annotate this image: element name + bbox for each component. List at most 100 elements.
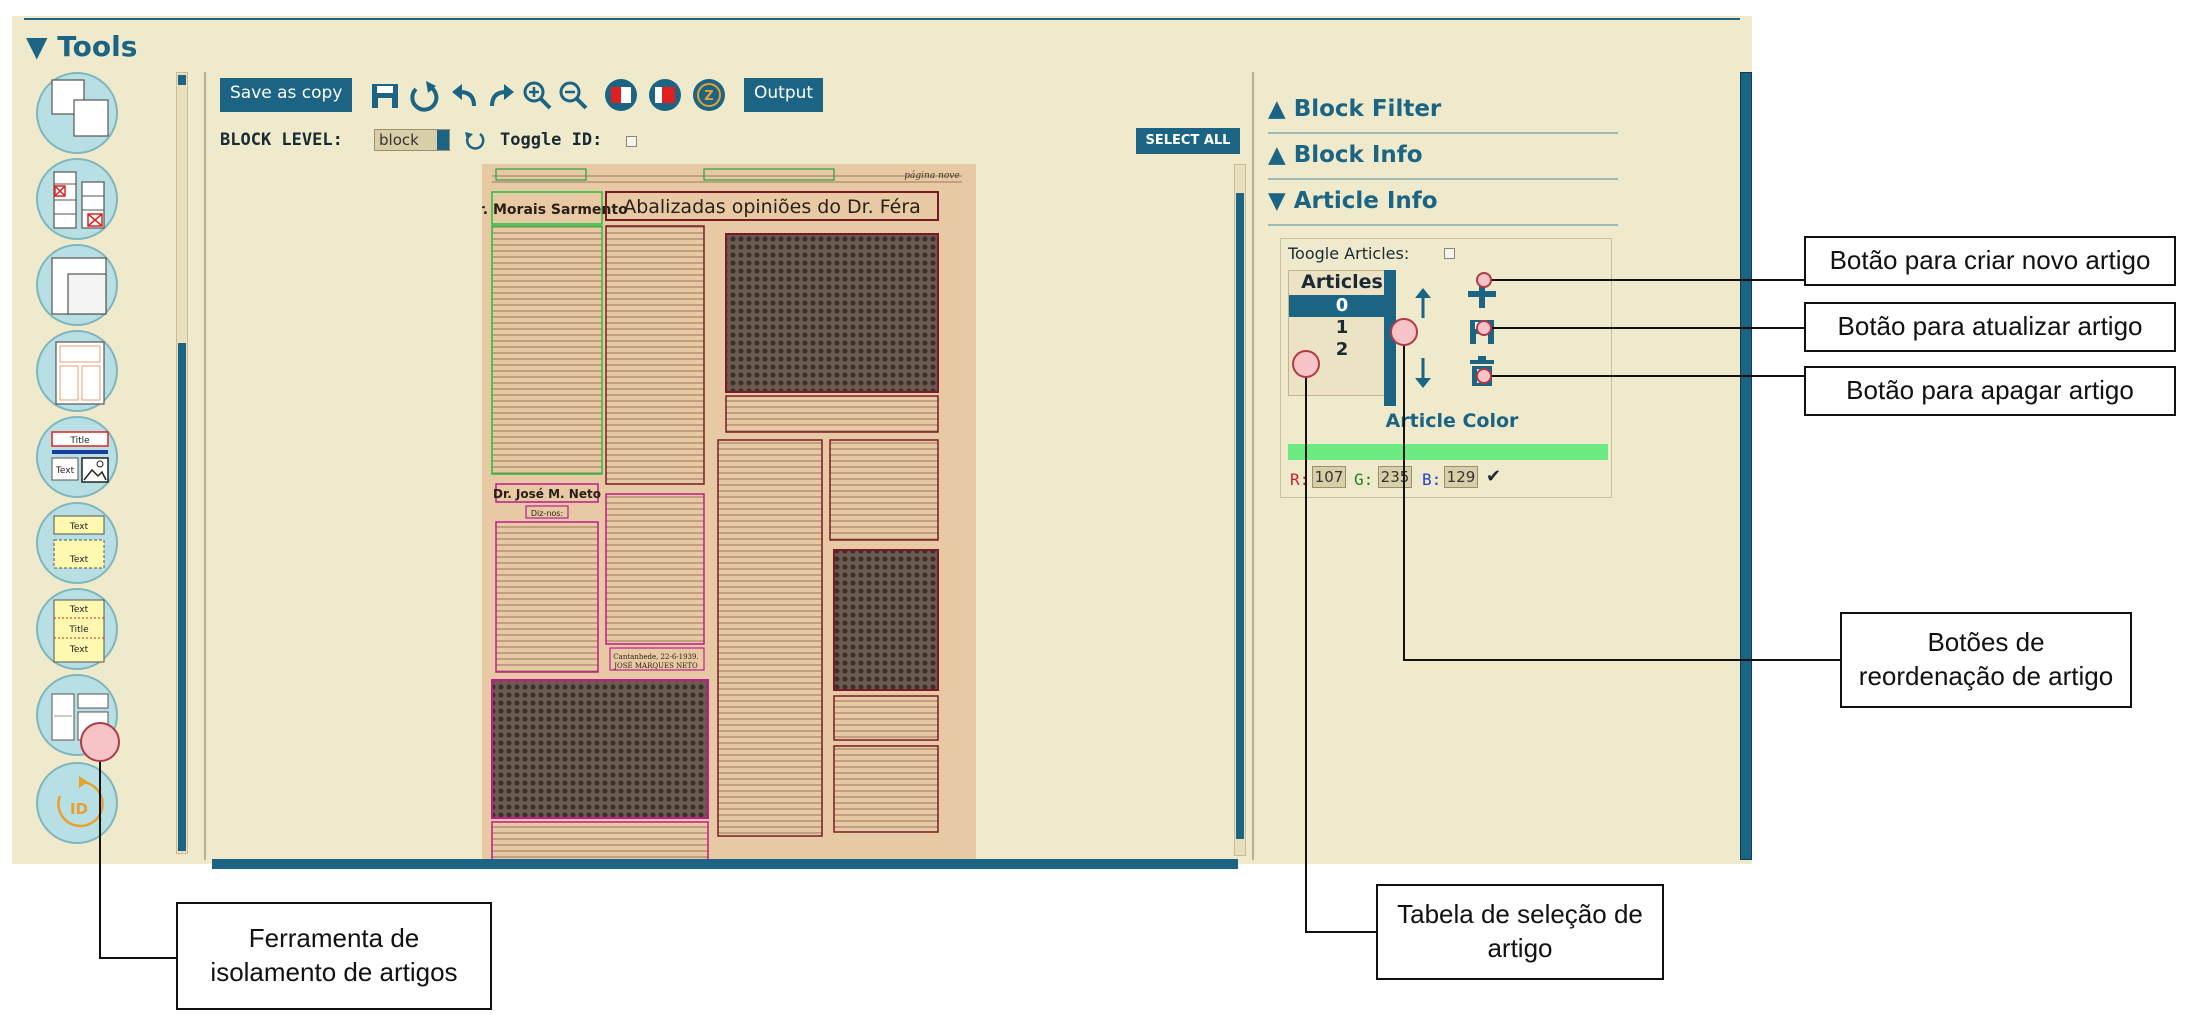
tool-id[interactable]: ID (36, 762, 118, 844)
block-level-select[interactable]: block (374, 129, 450, 151)
chevron-down-icon (437, 130, 449, 150)
tool-text-label-d: Text (69, 645, 89, 655)
marker-reorder (1390, 318, 1418, 346)
article-info-header[interactable]: ▼ Article Info (1268, 188, 1438, 214)
toggle-articles-checkbox[interactable] (1444, 248, 1455, 259)
page-label: página nove (904, 170, 959, 181)
g-input[interactable]: 235 (1378, 466, 1412, 488)
output-button[interactable]: Output (744, 78, 824, 112)
merge-blocks-icon (51, 257, 107, 315)
select-all-button[interactable]: SELECT ALL (1136, 128, 1240, 154)
callout-reorder-line1: Botões de (1927, 627, 2045, 658)
top-divider (24, 18, 1740, 20)
articles-header: Articles (1301, 271, 1383, 293)
svg-text:ID: ID (70, 800, 88, 818)
tool-text-label-c: Text (69, 605, 89, 615)
rule-3 (1268, 224, 1618, 226)
toggle-id-checkbox[interactable] (626, 136, 637, 147)
article-row-1[interactable]: 1 (1289, 317, 1395, 339)
marker-update-article (1476, 320, 1492, 336)
marker-new-article (1476, 272, 1492, 288)
arrow-down-icon[interactable] (1415, 358, 1431, 388)
app-window: ▼ Tools Title Text Text Text Text Title … (12, 16, 1752, 869)
toggle-id-label: Toggle ID: (500, 130, 603, 150)
arrow-up-icon[interactable] (1415, 288, 1431, 318)
callout-reorder: Botões de reordenação de artigo (1840, 612, 2132, 708)
marker-article-table (1292, 350, 1320, 378)
zoom-out-icon[interactable] (556, 78, 590, 112)
tools-scrollbar[interactable] (176, 72, 188, 854)
save-as-copy-button[interactable]: Save as copy (220, 78, 353, 112)
left-divider (204, 72, 206, 860)
document-headline: Abalizadas opiniões do Dr. Féra (623, 196, 921, 218)
tool-text-label-a: Text (69, 522, 89, 532)
callout-new-article: Botão para criar novo artigo (1804, 236, 2176, 286)
callout-update-article: Botão para atualizar artigo (1804, 302, 2176, 352)
r-label: R: (1290, 470, 1310, 489)
delete-blocks-icon (53, 171, 105, 229)
block-filter-header[interactable]: ▲ Block Filter (1268, 96, 1441, 122)
callout-isolation-tool: Ferramenta de isolamento de artigos (176, 902, 492, 1010)
document-scroll-thumb[interactable] (1236, 193, 1244, 839)
article-color-swatch (1288, 444, 1608, 460)
b-input[interactable]: 129 (1444, 466, 1478, 488)
toggle-articles-label: Toogle Articles: (1288, 244, 1410, 263)
g-label: G: (1354, 470, 1374, 489)
scroll-thumb[interactable] (178, 343, 186, 847)
toggle-left-block-icon[interactable] (604, 78, 638, 112)
tool-1[interactable] (36, 72, 118, 154)
auto-order-icon[interactable]: Z (692, 78, 726, 112)
tool-text-label-b: Text (69, 555, 89, 565)
text-blocks-icon: Text Text (53, 515, 105, 569)
block-info-header[interactable]: ▲ Block Info (1268, 142, 1423, 168)
tool-5[interactable]: Title Text (36, 416, 118, 498)
callout-isolation-line1: Ferramenta de (248, 923, 420, 954)
panel-scrollbar[interactable] (1740, 72, 1752, 860)
title-text-image-icon: Title Text (51, 431, 109, 483)
tool-3[interactable] (36, 244, 118, 326)
marker-isolation-tool (80, 722, 120, 762)
tools-title[interactable]: ▼ Tools (26, 30, 137, 63)
tool-7[interactable]: Text Title Text (36, 588, 118, 670)
document-horizontal-scrollbar[interactable] (212, 859, 1238, 869)
reset-icon[interactable] (462, 128, 486, 152)
tool-title-label: Title (69, 436, 90, 446)
article-color-label: Article Color (1385, 410, 1519, 432)
block-level-label: BLOCK LEVEL: (220, 130, 343, 150)
block-level-value: block (379, 131, 419, 149)
scroll-down-arrow[interactable] (178, 841, 186, 851)
right-divider (1252, 72, 1254, 860)
tool-4[interactable] (36, 330, 118, 412)
callout-article-table: Tabela de seleção de artigo (1376, 884, 1664, 980)
r-input[interactable]: 107 (1312, 466, 1346, 488)
document-canvas[interactable]: página nove Dr. Morais Sarmento Dr. José… (482, 164, 976, 864)
marker-delete-article (1476, 368, 1492, 384)
redo-icon[interactable] (484, 78, 518, 112)
scroll-up-arrow[interactable] (178, 75, 186, 85)
callout-isolation-line2: isolamento de artigos (210, 957, 458, 987)
document-date: Cantanhede, 22-6-1939. (613, 653, 698, 661)
rule-1 (1268, 132, 1618, 134)
tool-2[interactable] (36, 158, 118, 240)
split-blocks-icon (55, 341, 105, 405)
small-label: Diz-nos: (531, 509, 563, 518)
callout-table-line1: Tabela de seleção de (1397, 899, 1643, 930)
id-refresh-icon: ID (57, 776, 104, 828)
tool-title-label-b: Title (68, 625, 89, 635)
confirm-check-icon[interactable]: ✔ (1486, 466, 1501, 487)
document-vertical-scrollbar[interactable] (1234, 164, 1246, 856)
save-icon[interactable] (368, 78, 402, 112)
zoom-in-icon[interactable] (520, 78, 554, 112)
document-signature: JOSÉ MARQUES NETO (613, 661, 698, 670)
refresh-icon[interactable] (406, 78, 440, 112)
callout-reorder-line2: reordenação de artigo (1858, 661, 2114, 691)
rule-2 (1268, 178, 1618, 180)
callout-delete-article: Botão para apagar artigo (1804, 366, 2176, 416)
b-label: B: (1422, 470, 1442, 489)
copy-page-icon (51, 79, 109, 137)
undo-icon[interactable] (448, 78, 482, 112)
svg-text:Z: Z (704, 89, 713, 104)
tool-6[interactable]: Text Text (36, 502, 118, 584)
article-row-0[interactable]: 0 (1289, 295, 1395, 317)
toggle-right-block-icon[interactable] (648, 78, 682, 112)
